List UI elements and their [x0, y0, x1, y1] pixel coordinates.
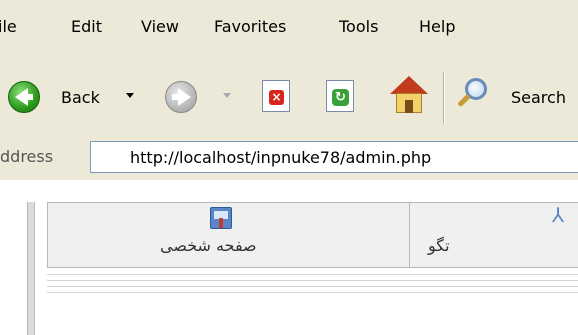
stop-icon[interactable]: ×: [262, 80, 290, 112]
left-border: [27, 202, 35, 335]
address-label: ddress: [0, 147, 54, 166]
table-row-divider: [47, 292, 578, 293]
admin-cell-personal-page[interactable]: صفحه شخصی: [48, 203, 410, 267]
back-button-label[interactable]: Back: [61, 88, 100, 107]
standard-toolbar: Back × ↻ Search: [0, 58, 578, 133]
forward-arrow-icon[interactable]: [165, 81, 197, 113]
menu-item-view[interactable]: View: [141, 16, 179, 38]
address-url[interactable]: http://localhost/inpnuke78/admin.php: [130, 148, 431, 167]
admin-icon-partial[interactable]: ⅄: [552, 203, 564, 227]
table-row-divider: [47, 274, 578, 275]
menu-item-help[interactable]: Help: [419, 16, 455, 38]
admin-cell-label[interactable]: صفحه شخصی: [160, 236, 257, 255]
search-icon[interactable]: [455, 78, 489, 114]
address-bar: ddress http://localhost/inpnuke78/admin.…: [0, 133, 578, 180]
toolbar-separator: [443, 72, 445, 124]
back-dropdown-icon[interactable]: [126, 93, 134, 98]
admin-cell-partial[interactable]: ⅄ تگو: [410, 203, 578, 267]
back-arrow-icon[interactable]: [8, 81, 40, 113]
search-button-label[interactable]: Search: [511, 88, 566, 107]
admin-tools-icon[interactable]: [210, 207, 232, 229]
menu-item-edit[interactable]: Edit: [71, 16, 102, 38]
menu-item-tools[interactable]: Tools: [339, 16, 378, 38]
menu-item-file[interactable]: ile: [0, 16, 17, 38]
page-content: صفحه شخصی ⅄ تگو: [0, 180, 578, 335]
menu-item-favorites[interactable]: Favorites: [214, 16, 286, 38]
forward-dropdown-icon[interactable]: [223, 93, 231, 98]
table-row-divider: [47, 286, 578, 287]
home-icon[interactable]: [390, 76, 428, 114]
menu-bar: ile Edit View Favorites Tools Help: [0, 0, 578, 58]
admin-menu-table: صفحه شخصی ⅄ تگو: [47, 202, 578, 268]
table-row-divider: [47, 280, 578, 281]
refresh-icon[interactable]: ↻: [326, 80, 354, 112]
address-input[interactable]: http://localhost/inpnuke78/admin.php: [90, 141, 578, 173]
admin-cell-label[interactable]: تگو: [428, 236, 450, 255]
